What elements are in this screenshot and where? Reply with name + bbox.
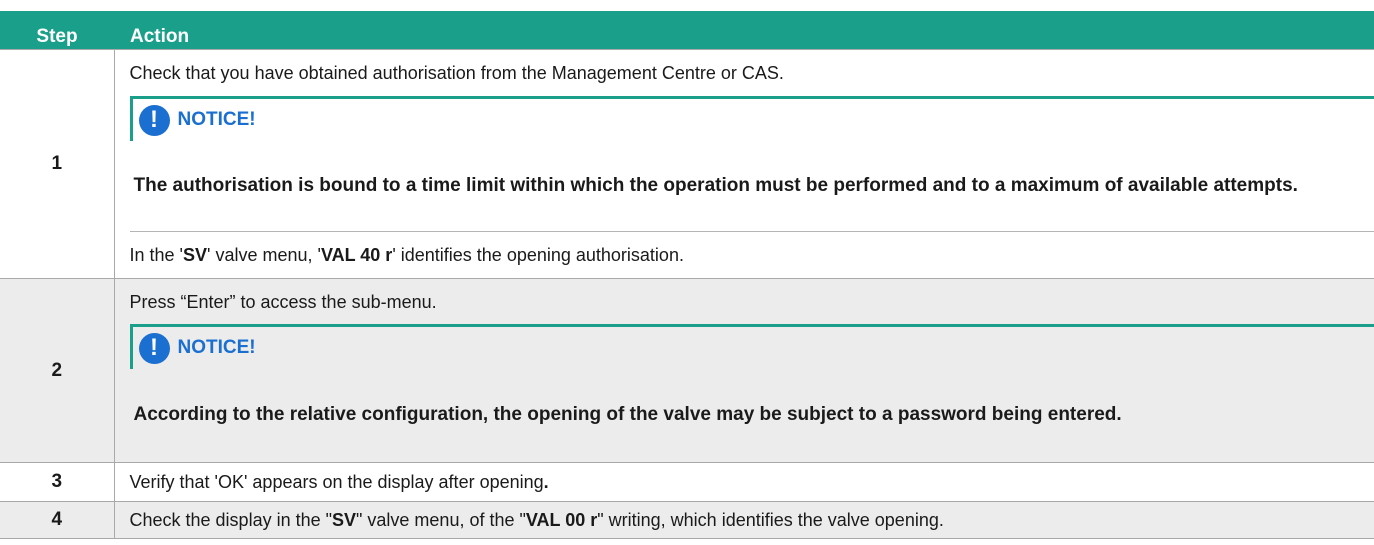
notice-header: ! NOTICE! bbox=[129, 324, 1374, 369]
step-number: 4 bbox=[0, 501, 115, 539]
table-header-row: Step Action bbox=[0, 25, 1374, 50]
display-code: VAL 40 r bbox=[320, 245, 393, 265]
procedure-page: Step Action 1 Check that you have obtain… bbox=[0, 0, 1374, 545]
step-action: Check the display in the "SV" valve menu… bbox=[113, 501, 1374, 539]
step-text: Check that you have obtained authorisati… bbox=[129, 63, 784, 83]
header-accent-bar bbox=[0, 11, 1374, 25]
table-row: 4 Check the display in the "SV" valve me… bbox=[0, 501, 1374, 539]
text-fragment: Check the display in the " bbox=[129, 510, 333, 530]
steps-table: Step Action 1 Check that you have obtain… bbox=[0, 25, 1374, 539]
notice-text: The authorisation is bound to a time lim… bbox=[130, 141, 1374, 231]
step-text: Press “Enter” to access the sub-menu. bbox=[129, 292, 437, 312]
text-fragment: " writing, which identifies the valve op… bbox=[597, 510, 944, 530]
notice-header: ! NOTICE! bbox=[129, 96, 1374, 141]
menu-name: SV bbox=[182, 245, 207, 265]
menu-name: SV bbox=[332, 510, 357, 530]
text-fragment: ' identifies the opening authorisation. bbox=[392, 245, 684, 265]
step-action: Press “Enter” to access the sub-menu. ! … bbox=[113, 278, 1374, 463]
notice-text: According to the relative configuration,… bbox=[130, 369, 1374, 461]
text-fragment: " valve menu, of the " bbox=[356, 510, 526, 530]
text-fragment: . bbox=[543, 472, 549, 492]
text-fragment: ' valve menu, ' bbox=[207, 245, 321, 265]
text-fragment: In the ' bbox=[129, 245, 183, 265]
step-action: Verify that 'OK' appears on the display … bbox=[113, 462, 1374, 502]
notice-title: NOTICE! bbox=[177, 109, 256, 130]
step-text-after: In the ' SV ' valve menu, ' VAL 40 r ' ident… bbox=[130, 232, 1374, 278]
header-step: Step bbox=[0, 25, 114, 50]
step-number: 2 bbox=[0, 278, 115, 463]
step-number: 3 bbox=[0, 462, 115, 502]
step-number: 1 bbox=[0, 49, 115, 279]
notice-body-text: The authorisation is bound to a time lim… bbox=[133, 175, 1298, 196]
notice-body-text: According to the relative configuration,… bbox=[133, 404, 1122, 425]
exclamation-circle-icon: ! bbox=[138, 104, 170, 136]
table-row: 3 Verify that 'OK' appears on the displa… bbox=[0, 462, 1374, 502]
header-action: Action bbox=[114, 25, 1374, 50]
exclamation-circle-icon: ! bbox=[138, 332, 170, 364]
step-action: Check that you have obtained authorisati… bbox=[113, 49, 1374, 279]
table-row: 1 Check that you have obtained authorisa… bbox=[0, 49, 1374, 279]
notice-title: NOTICE! bbox=[177, 337, 256, 358]
display-code: VAL 00 r bbox=[525, 510, 598, 530]
text-fragment: Verify that 'OK' appears on the display … bbox=[129, 472, 544, 492]
table-row: 2 Press “Enter” to access the sub-menu. … bbox=[0, 278, 1374, 463]
